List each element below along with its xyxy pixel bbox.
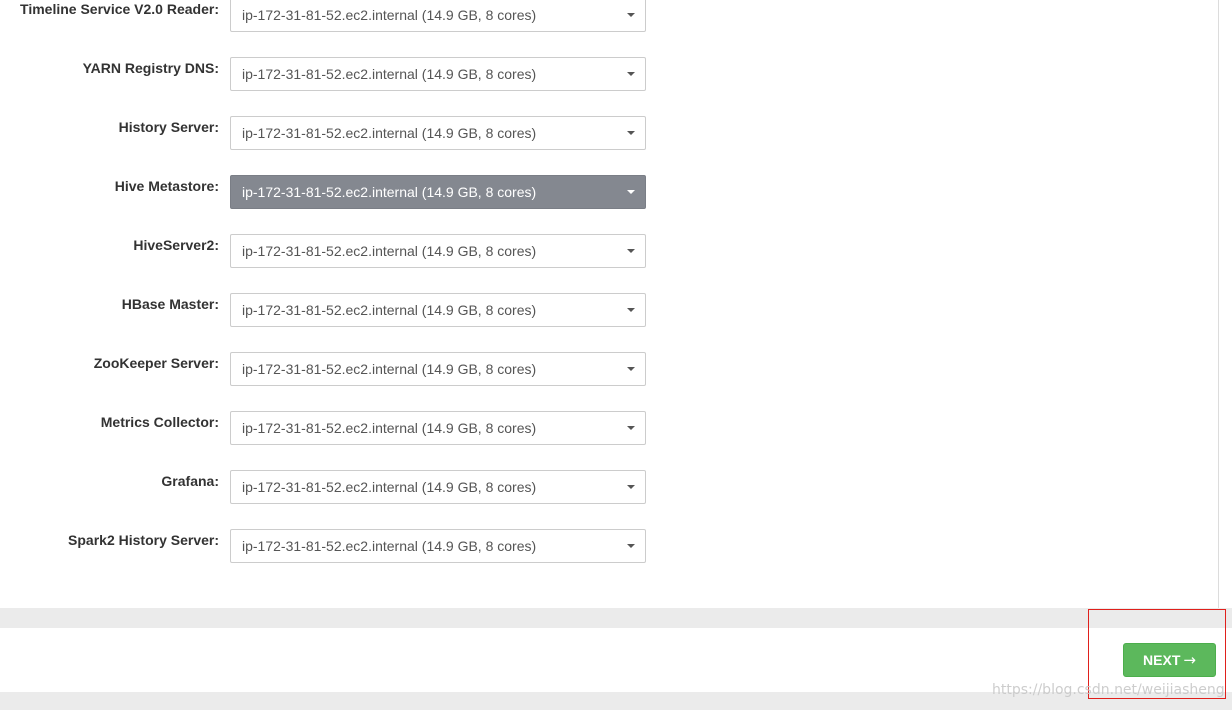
select-value: ip-172-31-81-52.ec2.internal (14.9 GB, 8… [242,7,537,23]
caret-down-icon [627,190,635,194]
row-hive-metastore: Hive Metastore: ip-172-31-81-52.ec2.inte… [0,175,650,209]
row-spark2-history-server: Spark2 History Server: ip-172-31-81-52.e… [0,529,650,563]
select-value: ip-172-31-81-52.ec2.internal (14.9 GB, 8… [242,479,537,495]
field-label: History Server: [118,119,219,135]
row-history-server: History Server: ip-172-31-81-52.ec2.inte… [0,116,650,150]
select-value: ip-172-31-81-52.ec2.internal (14.9 GB, 8… [242,125,537,141]
host-select[interactable]: ip-172-31-81-52.ec2.internal (14.9 GB, 8… [230,352,646,386]
host-select[interactable]: ip-172-31-81-52.ec2.internal (14.9 GB, 8… [230,293,646,327]
row-metrics-collector: Metrics Collector: ip-172-31-81-52.ec2.i… [0,411,650,445]
row-timeline-service-v2-reader: Timeline Service V2.0 Reader: ip-172-31-… [0,0,650,32]
field-label: Metrics Collector: [100,414,219,430]
caret-down-icon [627,426,635,430]
scrollbar[interactable] [1218,0,1232,608]
field-label: Hive Metastore: [114,178,219,194]
field-label: HBase Master: [121,296,219,312]
row-yarn-registry-dns: YARN Registry DNS: ip-172-31-81-52.ec2.i… [0,57,650,91]
assign-masters-form: Timeline Service V2.0 Reader: ip-172-31-… [0,0,1218,608]
select-value: ip-172-31-81-52.ec2.internal (14.9 GB, 8… [242,66,537,82]
host-select[interactable]: ip-172-31-81-52.ec2.internal (14.9 GB, 8… [230,116,646,150]
select-value: ip-172-31-81-52.ec2.internal (14.9 GB, 8… [242,361,537,377]
field-label: Grafana: [161,473,219,489]
field-label: HiveServer2: [133,237,219,253]
page: Timeline Service V2.0 Reader: ip-172-31-… [0,0,1232,710]
field-label: YARN Registry DNS: [82,60,219,76]
row-hiveserver2: HiveServer2: ip-172-31-81-52.ec2.interna… [0,234,650,268]
row-hbase-master: HBase Master: ip-172-31-81-52.ec2.intern… [0,293,650,327]
section-divider [0,608,1232,628]
select-value: ip-172-31-81-52.ec2.internal (14.9 GB, 8… [242,184,537,200]
host-select[interactable]: ip-172-31-81-52.ec2.internal (14.9 GB, 8… [230,57,646,91]
select-value: ip-172-31-81-52.ec2.internal (14.9 GB, 8… [242,420,537,436]
caret-down-icon [627,308,635,312]
caret-down-icon [627,367,635,371]
caret-down-icon [627,13,635,17]
caret-down-icon [627,72,635,76]
next-button-label: NEXT [1143,652,1181,668]
host-select[interactable]: ip-172-31-81-52.ec2.internal (14.9 GB, 8… [230,234,646,268]
row-zookeeper-server: ZooKeeper Server: ip-172-31-81-52.ec2.in… [0,352,650,386]
select-value: ip-172-31-81-52.ec2.internal (14.9 GB, 8… [242,243,537,259]
select-value: ip-172-31-81-52.ec2.internal (14.9 GB, 8… [242,538,537,554]
wizard-footer [0,628,1232,692]
select-value: ip-172-31-81-52.ec2.internal (14.9 GB, 8… [242,302,537,318]
caret-down-icon [627,131,635,135]
field-label: Spark2 History Server: [68,532,219,548]
host-select-active[interactable]: ip-172-31-81-52.ec2.internal (14.9 GB, 8… [230,175,646,209]
host-select[interactable]: ip-172-31-81-52.ec2.internal (14.9 GB, 8… [230,411,646,445]
host-select[interactable]: ip-172-31-81-52.ec2.internal (14.9 GB, 8… [230,0,646,32]
bottom-divider [0,692,1232,710]
host-select[interactable]: ip-172-31-81-52.ec2.internal (14.9 GB, 8… [230,470,646,504]
arrow-right-icon: → [1183,651,1196,669]
next-button[interactable]: NEXT → [1123,643,1216,677]
row-grafana: Grafana: ip-172-31-81-52.ec2.internal (1… [0,470,650,504]
field-label: ZooKeeper Server: [93,355,219,371]
field-label: Timeline Service V2.0 Reader: [20,1,219,17]
host-select[interactable]: ip-172-31-81-52.ec2.internal (14.9 GB, 8… [230,529,646,563]
caret-down-icon [627,544,635,548]
caret-down-icon [627,249,635,253]
caret-down-icon [627,485,635,489]
